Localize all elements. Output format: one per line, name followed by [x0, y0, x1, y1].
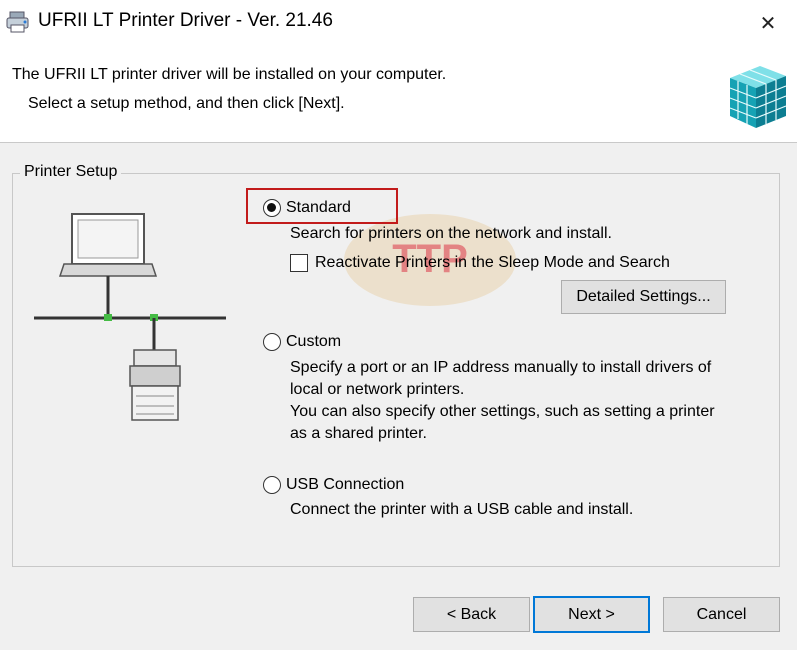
instruction-line-2: Select a setup method, and then click [N… [28, 95, 345, 112]
reactivate-checkbox[interactable] [290, 254, 308, 272]
header-panel: The UFRII LT printer driver will be inst… [0, 46, 797, 143]
window-title: UFRII LT Printer Driver - Ver. 21.46 [38, 10, 333, 31]
custom-description-line-3: You can also specify other settings, suc… [290, 403, 715, 420]
standard-option[interactable]: Standard [263, 199, 351, 217]
back-button[interactable]: < Back [413, 597, 530, 632]
custom-description-line-1: Specify a port or an IP address manually… [290, 359, 712, 376]
usb-radio[interactable] [263, 476, 281, 494]
close-icon: ✕ [759, 12, 777, 35]
reactivate-option[interactable]: Reactivate Printers in the Sleep Mode an… [290, 254, 670, 272]
standard-description: Search for printers on the network and i… [290, 225, 612, 242]
custom-radio[interactable] [263, 333, 281, 351]
next-button[interactable]: Next > [533, 596, 650, 633]
standard-label: Standard [286, 199, 351, 216]
usb-label: USB Connection [286, 476, 405, 493]
network-illustration [34, 213, 226, 421]
cancel-button[interactable]: Cancel [663, 597, 780, 632]
usb-option[interactable]: USB Connection [263, 476, 404, 494]
detailed-settings-button[interactable]: Detailed Settings... [561, 280, 726, 314]
group-legend: Printer Setup [20, 163, 122, 181]
custom-option[interactable]: Custom [263, 333, 341, 351]
printer-app-icon [6, 11, 29, 33]
custom-description-line-4: as a shared printer. [290, 425, 427, 442]
custom-label: Custom [286, 333, 342, 350]
usb-description: Connect the printer with a USB cable and… [290, 501, 634, 518]
printer-icon [129, 349, 181, 421]
installer-cubes-icon [729, 66, 787, 128]
instruction-line-1: The UFRII LT printer driver will be inst… [12, 66, 447, 83]
close-button[interactable]: ✕ [739, 0, 797, 46]
custom-description: Specify a port or an IP address manually… [290, 357, 715, 445]
standard-radio[interactable] [263, 199, 281, 217]
custom-description-line-2: local or network printers. [290, 381, 465, 398]
title-bar: UFRII LT Printer Driver - Ver. 21.46 ✕ [0, 0, 797, 46]
reactivate-label: Reactivate Printers in the Sleep Mode an… [315, 254, 670, 271]
laptop-icon [58, 213, 158, 277]
